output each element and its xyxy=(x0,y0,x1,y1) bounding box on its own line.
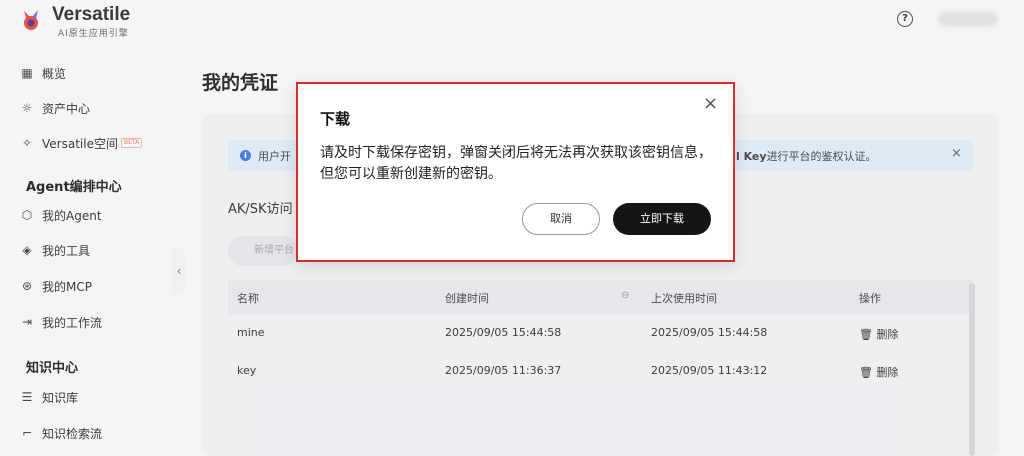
cancel-button[interactable]: 取消 xyxy=(522,203,600,235)
modal-title: 下载 xyxy=(320,110,351,128)
download-now-button[interactable]: 立即下载 xyxy=(613,203,711,235)
download-modal: 下载 × 请及时下载保存密钥，弹窗关闭后将无法再次获取该密钥信息，但您可以重新创… xyxy=(296,82,735,262)
modal-message: 请及时下载保存密钥，弹窗关闭后将无法再次获取该密钥信息，但您可以重新创建新的密钥… xyxy=(320,145,712,182)
close-icon[interactable]: × xyxy=(703,94,718,114)
